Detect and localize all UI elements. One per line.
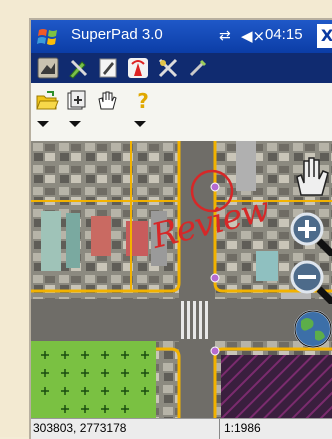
map-view[interactable]: Review <box>31 141 332 418</box>
select-hand-icon[interactable] <box>95 89 119 113</box>
clock-time[interactable]: 04:15 <box>265 26 303 43</box>
secondary-toolbar: ? <box>31 83 332 141</box>
dropdown-arrow-icon[interactable] <box>69 121 81 127</box>
status-divider <box>219 419 220 439</box>
pan-hand-icon[interactable] <box>293 155 331 197</box>
close-button[interactable]: X <box>317 24 332 48</box>
gps-signal-icon[interactable] <box>127 57 149 79</box>
coordinates-readout: 303803, 2773178 <box>33 421 127 435</box>
map-layer-icon[interactable] <box>37 57 59 79</box>
app-title: SuperPad 3.0 <box>71 26 163 43</box>
pen-icon[interactable] <box>97 57 119 79</box>
dropdown-arrow-icon[interactable] <box>37 121 49 127</box>
map-scale[interactable]: 1:1986 <box>224 421 261 435</box>
zoom-in-icon[interactable] <box>289 211 332 256</box>
status-bar: 303803, 2773178 1:1986 <box>31 418 332 439</box>
main-toolbar <box>31 53 332 83</box>
aerial-map-image <box>31 141 332 418</box>
app-window: SuperPad 3.0 ⇄ ◀× 04:15 X ? Review 30380… <box>29 18 332 439</box>
sync-arrows-icon[interactable]: ⇄ <box>219 28 231 44</box>
device-background: SuperPad 3.0 ⇄ ◀× 04:15 X ? Review 30380… <box>0 0 332 439</box>
gps-tools-icon[interactable] <box>157 57 179 79</box>
open-folder-icon[interactable] <box>35 89 59 113</box>
dropdown-arrow-icon[interactable] <box>134 121 146 127</box>
title-bar: SuperPad 3.0 ⇄ ◀× 04:15 X <box>31 20 332 53</box>
zoom-out-icon[interactable] <box>289 259 332 304</box>
help-icon[interactable]: ? <box>131 89 155 113</box>
globe-icon[interactable] <box>293 309 332 350</box>
settings-icon[interactable] <box>187 57 209 79</box>
windows-start-icon[interactable] <box>37 26 59 48</box>
speaker-muted-icon[interactable]: ◀× <box>241 27 265 45</box>
edit-tools-icon[interactable] <box>67 57 89 79</box>
add-layer-icon[interactable] <box>65 89 89 113</box>
